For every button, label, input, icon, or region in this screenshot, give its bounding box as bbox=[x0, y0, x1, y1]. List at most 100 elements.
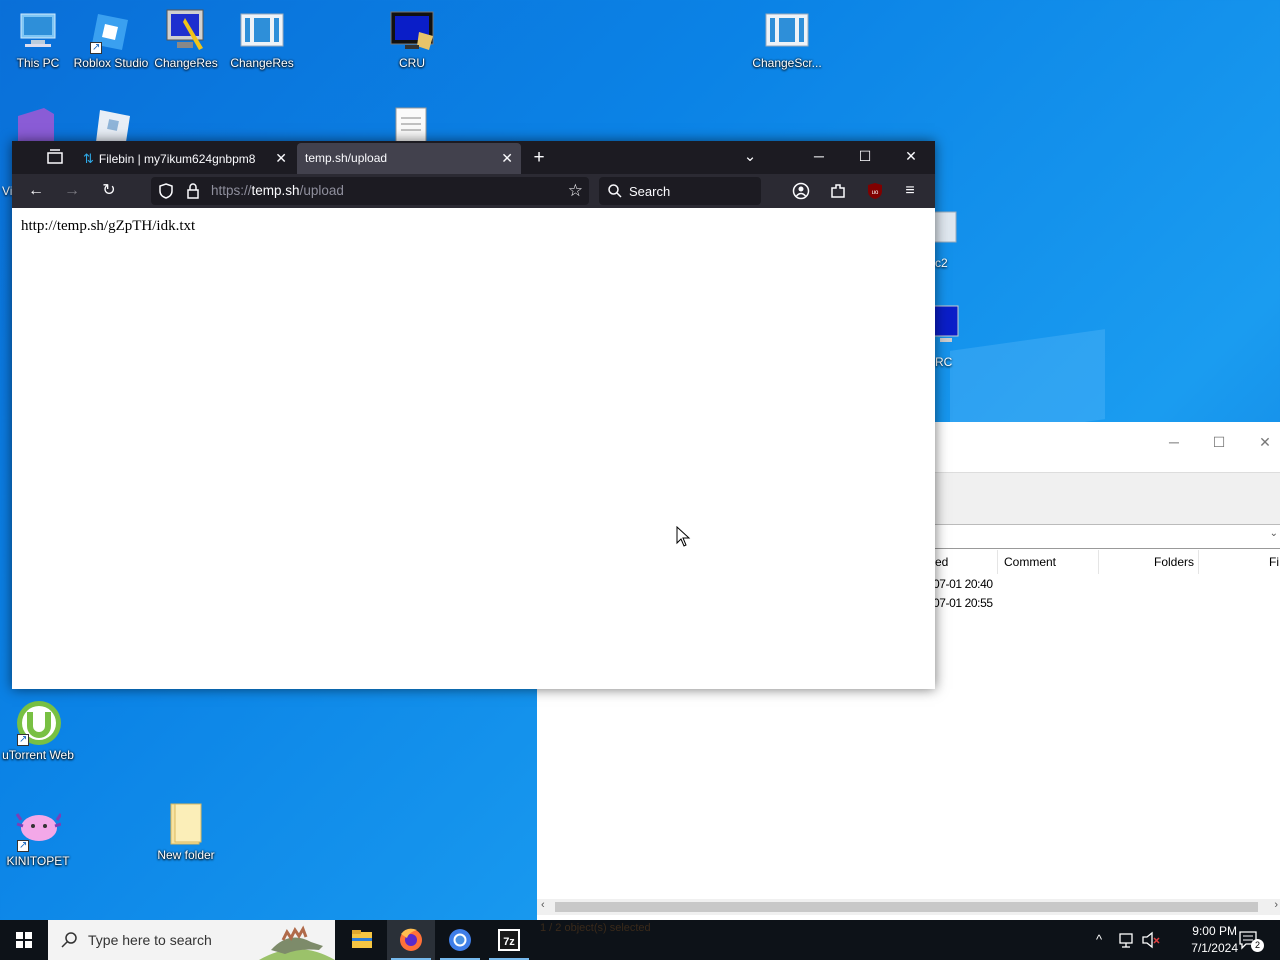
lock-icon[interactable] bbox=[185, 182, 201, 200]
roblox-studio-icon bbox=[88, 8, 134, 55]
url-text[interactable]: https://temp.sh/upload bbox=[211, 183, 344, 198]
page-content: http://temp.sh/gZpTH/idk.txt bbox=[12, 208, 935, 689]
minimize-icon[interactable]: ─ bbox=[796, 141, 842, 174]
sevenzip-status-behind-taskbar: 1 / 2 object(s) selected bbox=[540, 922, 651, 934]
bookmark-star-icon[interactable]: ☆ bbox=[568, 181, 583, 201]
ublock-origin-icon[interactable]: uo bbox=[865, 181, 885, 201]
desktop-icon-roblox-studio[interactable]: Roblox Studio bbox=[73, 8, 149, 71]
desktop-icon-label: ChangeScr... bbox=[752, 56, 822, 70]
column-header-files[interactable]: Fi bbox=[1269, 555, 1279, 569]
desktop-icon-cru[interactable]: CRU bbox=[374, 8, 450, 71]
changescr-window-icon bbox=[764, 8, 810, 54]
url-bar[interactable]: https://temp.sh/upload ☆ bbox=[151, 177, 589, 205]
file-explorer-icon bbox=[352, 930, 372, 948]
chrome-icon bbox=[449, 929, 471, 951]
forward-icon[interactable]: → bbox=[60, 179, 84, 203]
volume-muted-icon[interactable] bbox=[1141, 931, 1161, 949]
firefox-window[interactable]: ⇅ Filebin | my7ikum624gnbpm8 ✕ temp.sh/up… bbox=[12, 141, 935, 689]
taskbar-app-chrome[interactable] bbox=[436, 920, 484, 960]
desktop-icon-changeres-1[interactable]: ChangeRes bbox=[148, 8, 224, 71]
changeres-app-icon bbox=[163, 8, 209, 54]
account-icon[interactable] bbox=[792, 182, 810, 200]
column-header-folders[interactable]: Folders bbox=[1154, 555, 1194, 569]
show-hidden-icons-chevron-icon[interactable]: ^ bbox=[1096, 932, 1102, 960]
taskbar-app-file-explorer[interactable] bbox=[338, 920, 386, 960]
back-icon[interactable]: ← bbox=[24, 179, 48, 203]
desktop-icon-label: ChangeRes bbox=[230, 56, 294, 70]
desktop-icon-label: This PC bbox=[16, 56, 60, 70]
maximize-icon[interactable]: ☐ bbox=[842, 141, 888, 174]
list-item[interactable]: 07-01 20:55 bbox=[933, 596, 993, 610]
desktop-icon-label: ChangeRes bbox=[154, 56, 218, 70]
start-button[interactable] bbox=[0, 920, 48, 960]
utorrent-icon bbox=[15, 700, 61, 747]
partial-icon-c2[interactable] bbox=[933, 208, 960, 248]
visual-studio-icon[interactable] bbox=[14, 106, 58, 142]
menu-hamburger-icon[interactable]: ≡ bbox=[898, 179, 922, 203]
taskbar-search-input[interactable]: Type here to search bbox=[48, 920, 335, 960]
chevron-down-icon[interactable]: ⌄ bbox=[1270, 528, 1278, 539]
close-tab-icon[interactable]: ✕ bbox=[275, 143, 287, 174]
folder-icon bbox=[163, 800, 209, 846]
close-icon[interactable]: ✕ bbox=[1253, 430, 1277, 454]
list-all-tabs-icon[interactable]: ⌄ bbox=[740, 144, 760, 172]
tab-temp-sh-upload[interactable]: temp.sh/upload ✕ bbox=[297, 143, 521, 174]
firefox-view-icon[interactable] bbox=[45, 147, 65, 167]
filebin-icon: ⇅ bbox=[83, 151, 94, 166]
clock-time: 9:00 PM bbox=[1192, 924, 1237, 938]
taskbar-app-firefox[interactable] bbox=[387, 920, 435, 960]
desktop-icon-kinitopet[interactable]: KINITOPET bbox=[0, 806, 76, 869]
extensions-icon[interactable] bbox=[829, 182, 847, 200]
scroll-right-icon[interactable]: › bbox=[1274, 899, 1278, 911]
partial-label-rc: RC bbox=[935, 355, 953, 369]
mouse-cursor-icon bbox=[676, 525, 692, 548]
action-center-icon[interactable]: 2 bbox=[1238, 930, 1264, 952]
search-highlight-dinosaur-icon bbox=[259, 920, 335, 960]
desktop-icon-changescr[interactable]: ChangeScr... bbox=[749, 8, 825, 71]
reload-icon[interactable]: ↻ bbox=[97, 179, 121, 203]
desktop-icon-changeres-2[interactable]: ChangeRes bbox=[224, 8, 300, 71]
cru-monitor-icon bbox=[389, 8, 435, 54]
close-tab-icon[interactable]: ✕ bbox=[501, 143, 513, 174]
svg-text:uo: uo bbox=[872, 190, 879, 196]
text-document-icon[interactable] bbox=[394, 106, 428, 143]
horizontal-scrollbar[interactable]: ‹ › bbox=[537, 899, 1280, 915]
scroll-left-icon[interactable]: ‹ bbox=[541, 899, 545, 911]
desktop-icon-label: Roblox Studio bbox=[73, 56, 149, 70]
partial-icon-rc[interactable] bbox=[933, 304, 960, 344]
search-icon bbox=[60, 931, 78, 949]
roblox-player-icon[interactable] bbox=[90, 106, 136, 142]
uploaded-file-url[interactable]: http://temp.sh/gZpTH/idk.txt bbox=[21, 218, 195, 235]
desktop-icon-label: KINITOPET bbox=[6, 854, 70, 868]
taskbar-app-7zip[interactable]: 7z bbox=[485, 920, 533, 960]
search-placeholder: Search bbox=[629, 184, 671, 199]
desktop-icon-label: uTorrent Web bbox=[2, 748, 74, 762]
desktop-icon-this-pc[interactable]: This PC bbox=[0, 8, 76, 71]
search-input[interactable]: Search bbox=[599, 177, 761, 205]
column-header-modified[interactable]: ed bbox=[935, 555, 948, 569]
desktop-icon-utorrent-web[interactable]: uTorrent Web bbox=[0, 700, 76, 763]
scrollbar-thumb[interactable] bbox=[555, 902, 1258, 912]
network-icon[interactable] bbox=[1118, 931, 1136, 949]
minimize-icon[interactable]: ─ bbox=[1162, 430, 1186, 454]
taskbar: Type here to search 7z 1 / 2 object(s) s… bbox=[0, 920, 1280, 960]
desktop-icon-label: New folder bbox=[157, 848, 215, 862]
partial-label-vi: Vi bbox=[2, 184, 13, 198]
this-pc-icon bbox=[15, 8, 61, 54]
shortcut-arrow-icon bbox=[17, 732, 29, 747]
maximize-icon[interactable]: ☐ bbox=[1207, 430, 1231, 454]
taskbar-search-placeholder: Type here to search bbox=[88, 932, 212, 948]
tracking-protection-shield-icon[interactable] bbox=[157, 182, 175, 200]
windows-logo-icon bbox=[16, 932, 32, 948]
new-tab-icon[interactable]: + bbox=[529, 144, 549, 172]
svg-text:7z: 7z bbox=[503, 936, 515, 948]
search-icon bbox=[607, 183, 623, 199]
tab-label: temp.sh/upload bbox=[305, 151, 388, 165]
list-item[interactable]: 07-01 20:40 bbox=[933, 577, 993, 591]
column-header-comment[interactable]: Comment bbox=[1004, 555, 1056, 569]
close-icon[interactable]: ✕ bbox=[888, 141, 934, 174]
desktop-icon-label: CRU bbox=[399, 56, 425, 70]
desktop-icon-new-folder[interactable]: New folder bbox=[148, 800, 224, 863]
taskbar-clock[interactable]: 9:00 PM 7/1/2024 bbox=[1191, 923, 1238, 957]
tab-filebin[interactable]: ⇅ Filebin | my7ikum624gnbpm8 ✕ bbox=[75, 143, 295, 174]
